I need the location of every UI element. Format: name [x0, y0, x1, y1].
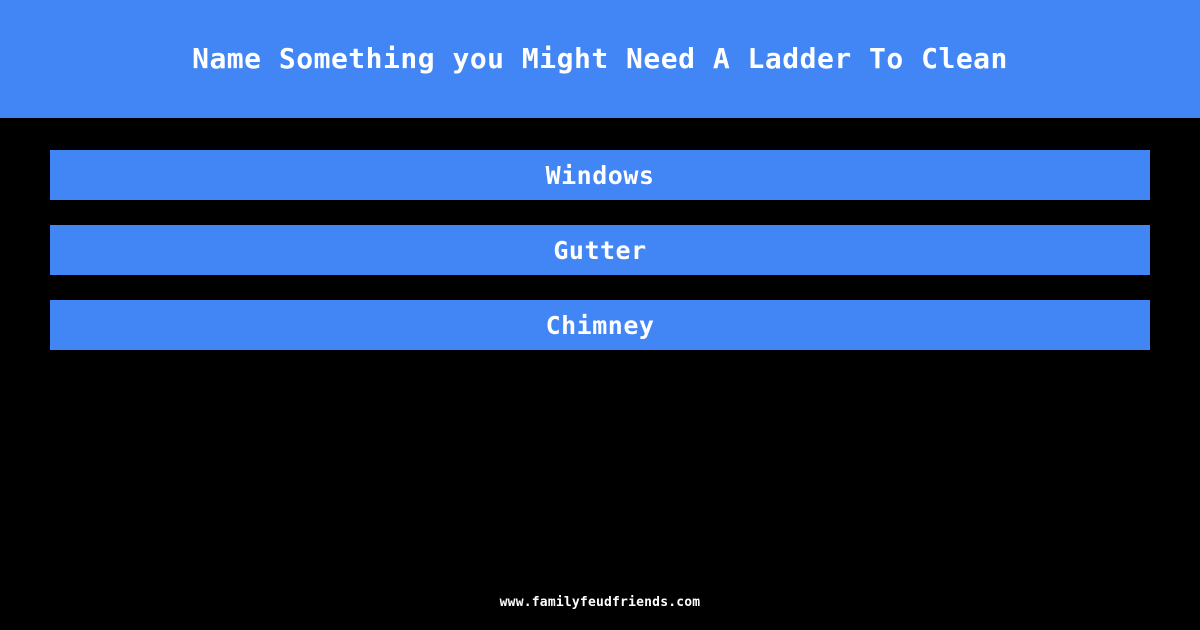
answer-label: Gutter — [553, 235, 647, 265]
answer-label: Windows — [545, 160, 655, 190]
answer-list: Windows Gutter Chimney — [50, 150, 1150, 350]
footer: www.familyfeudfriends.com — [0, 574, 1200, 630]
answer-row-1[interactable]: Windows — [50, 150, 1150, 200]
site-url: www.familyfeudfriends.com — [499, 594, 701, 610]
answers-panel: Windows Gutter Chimney — [0, 118, 1200, 630]
answer-row-3[interactable]: Chimney — [50, 300, 1150, 350]
game-card: Name Something you Might Need A Ladder T… — [0, 0, 1200, 630]
answer-label: Chimney — [545, 310, 655, 340]
answer-row-2[interactable]: Gutter — [50, 225, 1150, 275]
page-title: Name Something you Might Need A Ladder T… — [192, 41, 1008, 75]
question-header: Name Something you Might Need A Ladder T… — [0, 0, 1200, 118]
